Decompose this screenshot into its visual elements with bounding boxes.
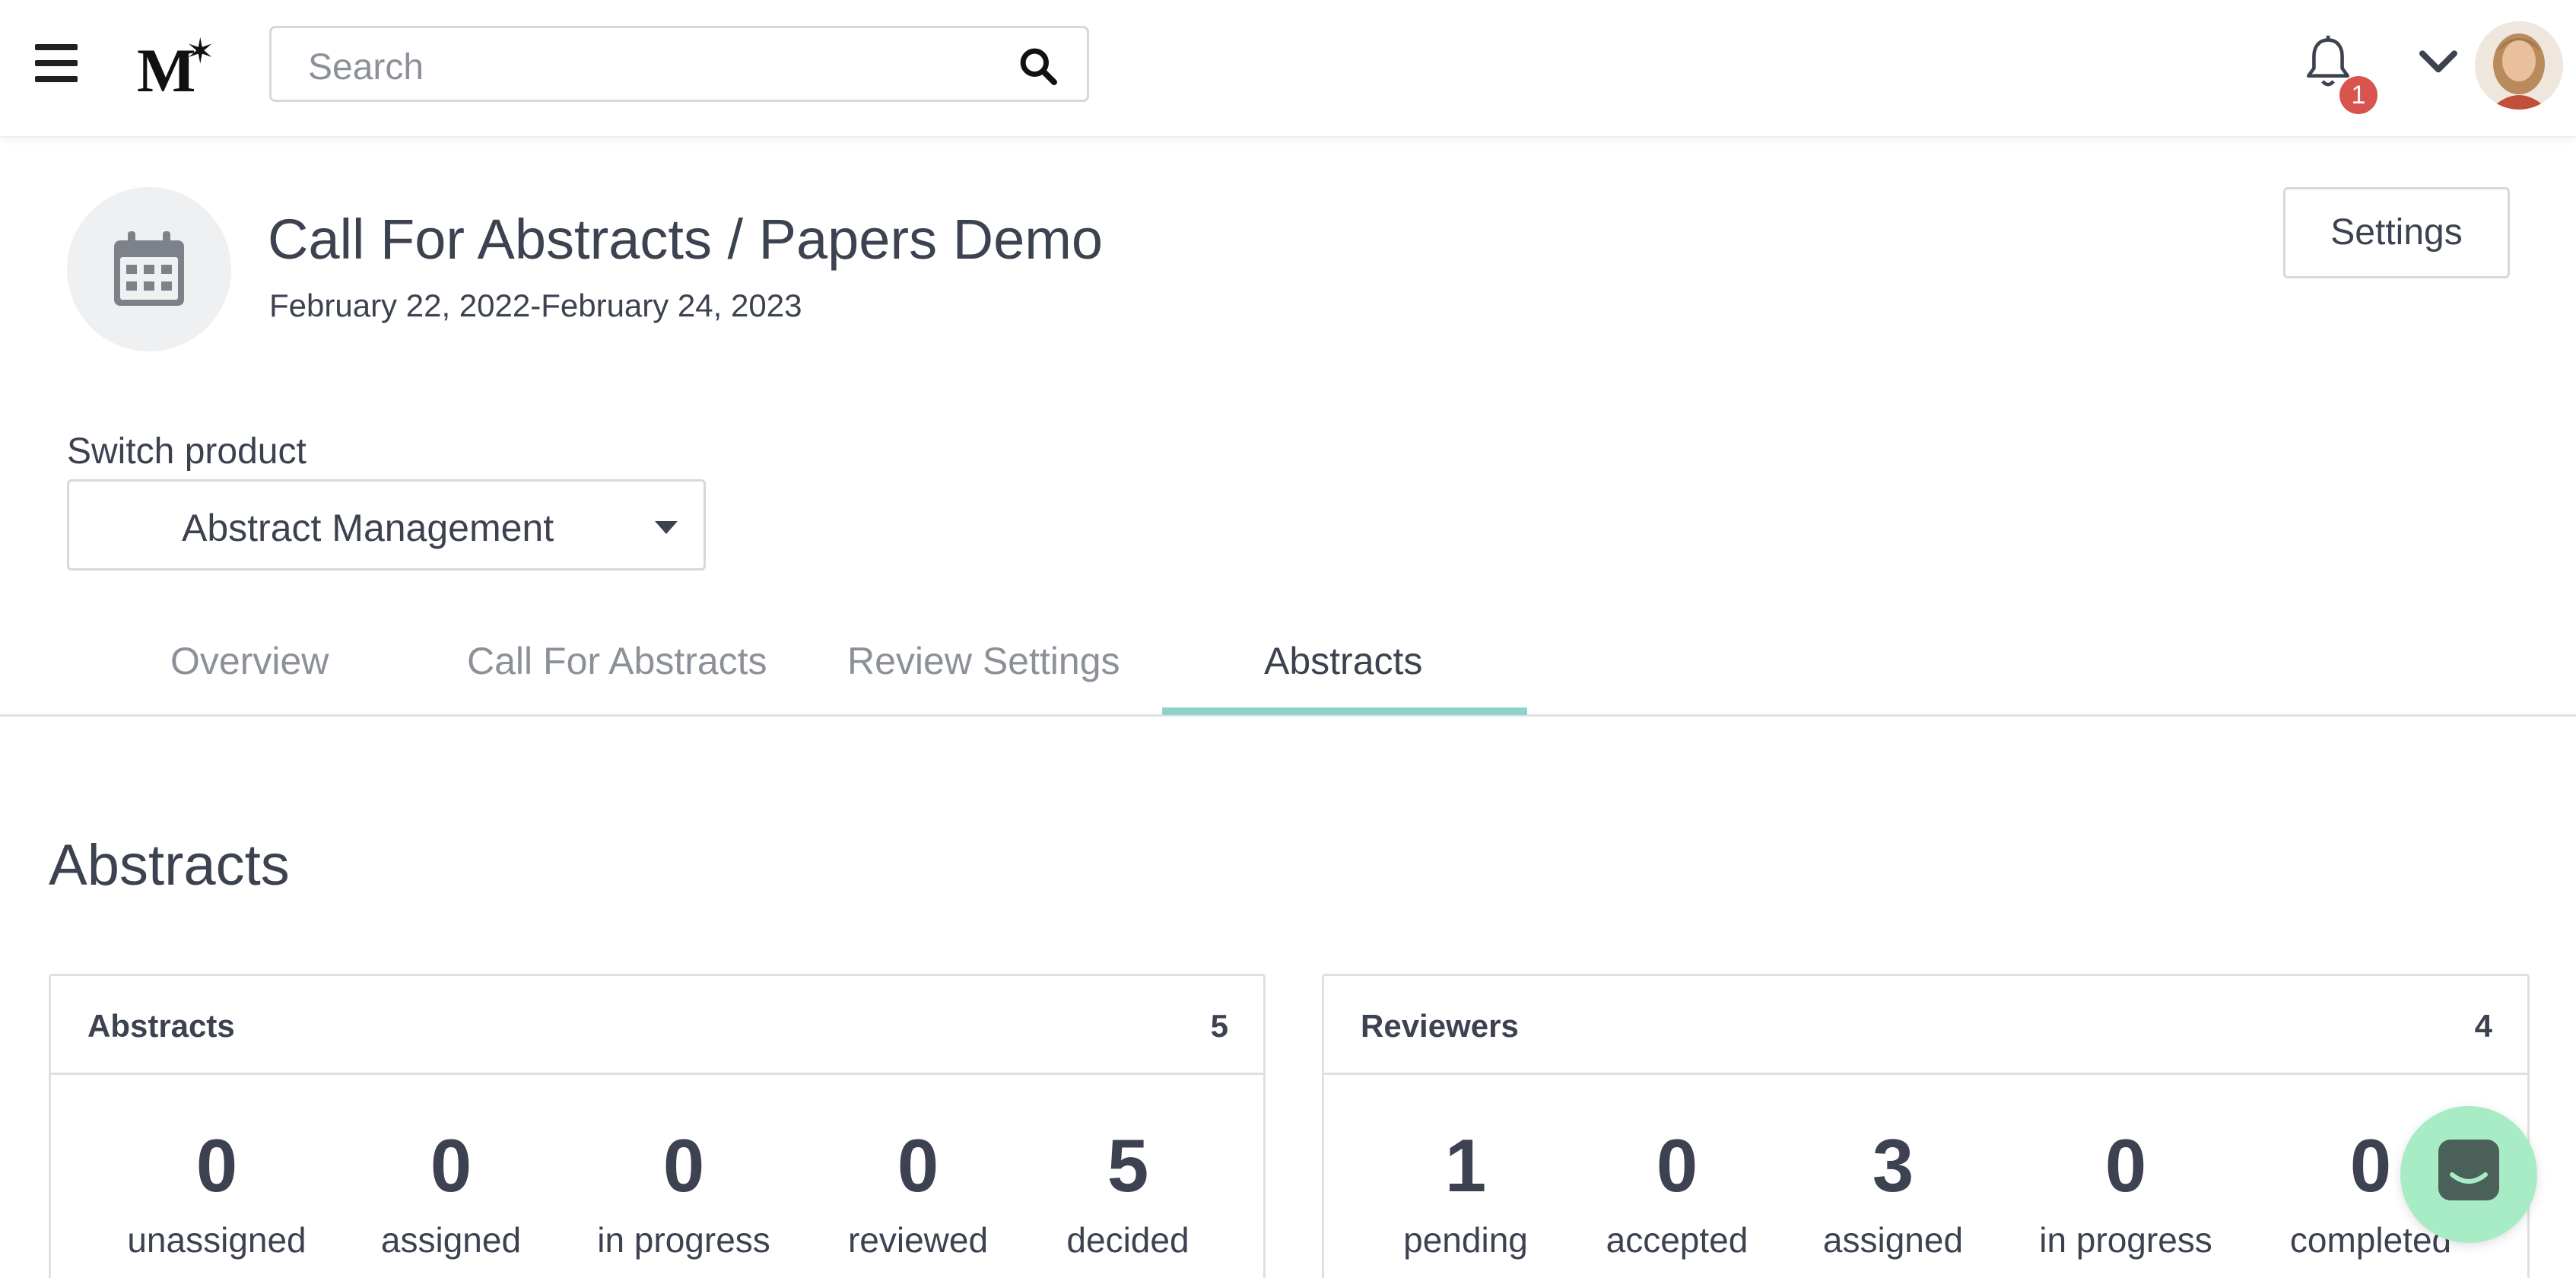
search-input[interactable]: Search [269, 26, 1089, 102]
chat-button[interactable] [2400, 1106, 2537, 1243]
card-title: Abstracts [87, 1008, 235, 1044]
search-icon[interactable] [1017, 45, 1059, 87]
stat-reviewed[interactable]: 0 reviewed [804, 1128, 1032, 1261]
stat-pending[interactable]: 1 pending [1352, 1128, 1580, 1261]
stat-unassigned[interactable]: 0 unassigned [103, 1128, 331, 1261]
search-placeholder: Search [308, 47, 424, 87]
event-avatar [67, 187, 231, 351]
star-icon: ✶ [186, 31, 215, 71]
reviewers-card: Reviewers 4 1 pending 0 accepted 3 assig… [1322, 974, 2530, 1278]
notification-badge: 1 [2339, 76, 2377, 114]
stat-in-progress[interactable]: 0 in progress [2012, 1128, 2240, 1261]
switch-product-value: Abstract Management [182, 507, 554, 549]
avatar-image [2475, 21, 2563, 110]
calendar-icon [114, 231, 184, 306]
tab-review-settings[interactable]: Review Settings [847, 639, 1120, 683]
settings-button[interactable]: Settings [2283, 187, 2510, 278]
chevron-down-icon[interactable] [2417, 46, 2460, 79]
page-title: Call For Abstracts / Papers Demo [268, 208, 1104, 271]
top-bar: M ✶ Search 1 [0, 0, 2576, 137]
switch-product-label: Switch product [67, 431, 307, 472]
event-dates: February 22, 2022-February 24, 2023 [269, 288, 802, 323]
tab-abstracts[interactable]: Abstracts [1264, 639, 1422, 683]
card-title: Reviewers [1361, 1008, 1519, 1044]
tab-bar: Overview Call For Abstracts Review Setti… [0, 624, 2576, 717]
tab-overview[interactable]: Overview [170, 639, 329, 683]
stat-in-progress[interactable]: 0 in progress [570, 1128, 798, 1261]
stat-assigned[interactable]: 0 assigned [337, 1128, 565, 1261]
chat-icon [2438, 1140, 2499, 1200]
abstracts-card: Abstracts 5 0 unassigned 0 assigned 0 in… [49, 974, 1266, 1278]
switch-product-select[interactable]: Abstract Management [67, 479, 706, 571]
stat-assigned[interactable]: 3 assigned [1779, 1128, 2007, 1261]
card-header: Abstracts 5 [51, 976, 1263, 1075]
stat-accepted[interactable]: 0 accepted [1563, 1128, 1791, 1261]
card-count: 4 [2474, 1008, 2492, 1044]
card-count: 5 [1210, 1008, 1228, 1044]
section-title: Abstracts [49, 833, 290, 898]
stat-decided[interactable]: 5 decided [1014, 1128, 1242, 1261]
tab-call-for-abstracts[interactable]: Call For Abstracts [467, 639, 767, 683]
card-header: Reviewers 4 [1324, 976, 2527, 1075]
caret-down-icon [655, 521, 678, 534]
active-tab-indicator [1162, 707, 1527, 715]
avatar[interactable] [2475, 21, 2563, 110]
app-logo[interactable]: M ✶ [137, 30, 221, 105]
hamburger-icon[interactable] [35, 44, 78, 82]
